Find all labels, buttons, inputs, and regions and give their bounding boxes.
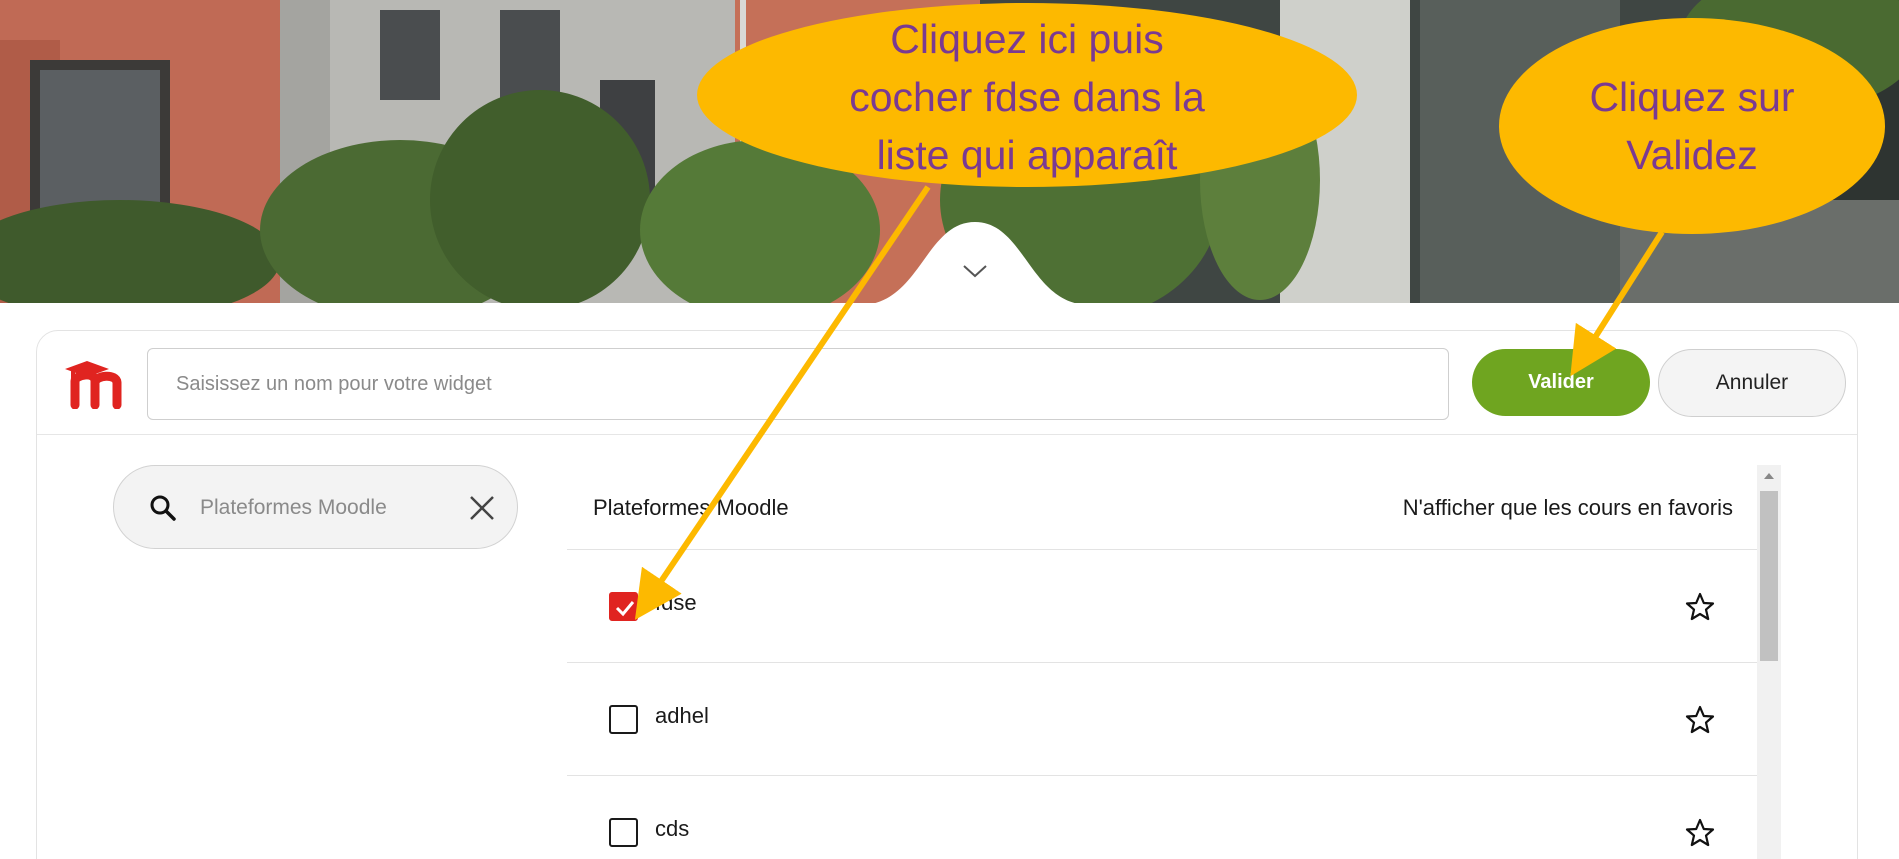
favorites-filter-toggle[interactable]: N'afficher que les cours en favoris <box>1403 495 1733 521</box>
moodle-logo <box>61 357 125 410</box>
checkbox-cds[interactable] <box>609 818 638 847</box>
list-header: Plateformes Moodle N'afficher que les co… <box>567 465 1757 550</box>
callout-text-right: Cliquez sur Validez <box>1532 68 1852 184</box>
list-item[interactable]: cds <box>567 776 1757 859</box>
search-input[interactable] <box>200 484 430 532</box>
star-icon[interactable] <box>1684 591 1716 623</box>
chevron-down-icon <box>963 265 987 278</box>
list-title: Plateformes Moodle <box>593 495 789 520</box>
callout-line: liste qui apparaît <box>876 132 1178 178</box>
star-icon[interactable] <box>1684 704 1716 736</box>
checkmark-icon <box>615 601 635 617</box>
list-item-label: fdse <box>655 590 697 615</box>
checkbox-fdse[interactable] <box>609 592 638 621</box>
checkbox-adhel[interactable] <box>609 705 638 734</box>
collapse-banner-toggle[interactable] <box>940 250 1010 292</box>
list-item-label: adhel <box>655 703 709 728</box>
callout-line: Cliquez ici puis <box>890 16 1164 62</box>
list-item[interactable]: adhel <box>567 663 1757 776</box>
cancel-button[interactable]: Annuler <box>1658 349 1846 417</box>
close-icon[interactable] <box>466 492 498 524</box>
list-item[interactable]: fdse <box>567 550 1757 663</box>
list-scrollbar[interactable] <box>1757 465 1781 859</box>
search-icon <box>150 495 176 521</box>
callout-line: Validez <box>1626 132 1758 178</box>
callout-line: cocher fdse dans la <box>849 74 1205 120</box>
star-icon[interactable] <box>1684 817 1716 849</box>
widget-name-input[interactable] <box>147 348 1449 420</box>
scrollbar-thumb[interactable] <box>1760 491 1778 661</box>
callout-text-left: Cliquez ici puis cocher fdse dans la lis… <box>747 10 1307 184</box>
validate-button[interactable]: Valider <box>1472 349 1650 416</box>
scroll-up-arrow-icon[interactable] <box>1757 465 1781 489</box>
widget-header: Valider Annuler <box>37 331 1857 435</box>
list-item-label: cds <box>655 816 690 841</box>
callout-line: Cliquez sur <box>1589 74 1795 120</box>
platform-search <box>113 465 518 549</box>
